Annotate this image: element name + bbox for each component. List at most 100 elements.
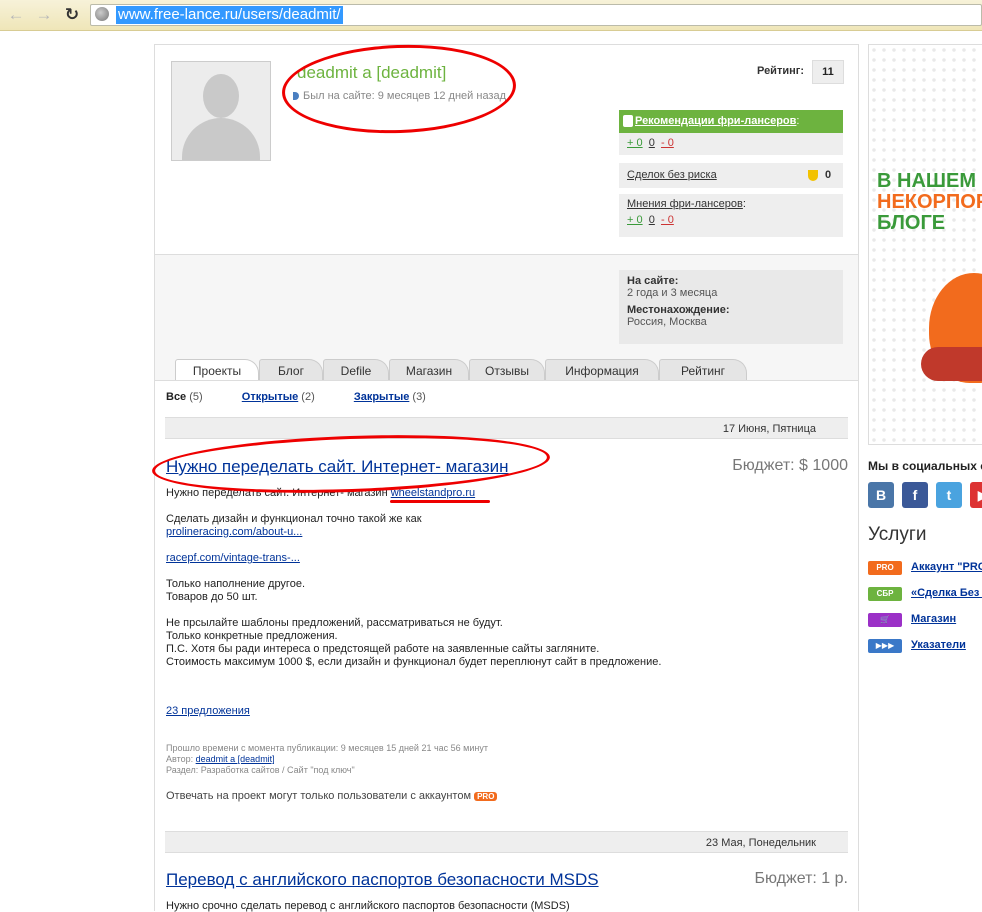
project2-title[interactable]: Перевод с английского паспортов безопасн… <box>166 870 599 890</box>
info-box: На сайте: 2 года и 3 месяца Местонахожде… <box>619 270 843 344</box>
service-pointers-link[interactable]: Указатели <box>911 639 966 651</box>
banner-line2: НЕКОРПОРАТИВНОМ <box>877 191 982 213</box>
banner-text: В НАШЕМ НЕКОРПОРАТИВНОМ БЛОГЕ <box>877 171 982 234</box>
project1-budget: Бюджет: $ 1000 <box>732 457 848 474</box>
filter-all-count: (5) <box>189 391 203 403</box>
services-title: Услуги <box>868 524 927 545</box>
desc-line6: Только конкретные предложения. <box>166 630 338 642</box>
desc-line2: Сделать дизайн и функционал точно такой … <box>166 513 422 525</box>
safe-deals-box: Сделок без риска 0 <box>619 163 843 188</box>
rating-label: Рейтинг: <box>757 65 804 77</box>
rating-value: 11 <box>812 60 844 84</box>
sbr-badge-icon: СБР <box>868 587 902 601</box>
pro-badge-icon: PRO <box>474 791 498 801</box>
opinion-scores: + 0 0 - 0 <box>627 210 835 226</box>
location-label: Местонахождение: <box>627 304 730 316</box>
pro-badge-icon: PRO <box>868 561 902 575</box>
project2-description: Нужно срочно сделать перевод с английско… <box>166 900 570 912</box>
op-negative[interactable]: - 0 <box>661 214 674 226</box>
project1-meta: Прошло времени с момента публикации: 9 м… <box>166 743 488 776</box>
social-title: Мы в социальных сетях <box>868 459 982 473</box>
author-link[interactable]: deadmit a [deadmit] <box>196 754 275 764</box>
filter-all[interactable]: Все <box>166 391 186 403</box>
on-site-value: 2 года и 3 месяца <box>627 287 718 299</box>
pro-note-text: Отвечать на проект могут только пользова… <box>166 790 472 802</box>
avatar <box>171 61 271 161</box>
filter-closed-count: (3) <box>412 391 426 403</box>
service-sbr-link[interactable]: «Сделка Без Риска» <box>911 587 982 599</box>
location-value: Россия, Москва <box>627 316 707 328</box>
tab-shop[interactable]: Магазин <box>389 359 469 382</box>
tab-information[interactable]: Информация <box>545 359 659 382</box>
opinions-link[interactable]: Мнения фри-лансеров <box>627 198 743 210</box>
desc-line8: Стоимость максимум 1000 $, если дизайн и… <box>166 656 662 668</box>
address-bar[interactable]: www.free-lance.ru/users/deadmit/ <box>90 4 982 26</box>
red-annotation-underline-link <box>390 500 490 503</box>
back-arrow-icon[interactable]: ← <box>6 5 26 25</box>
globe-icon <box>95 7 109 21</box>
recommendations-colon: : <box>796 115 800 127</box>
blog-banner[interactable]: В НАШЕМ НЕКОРПОРАТИВНОМ БЛОГЕ <box>868 44 982 445</box>
forward-arrow-icon[interactable]: → <box>34 5 54 25</box>
tab-blog[interactable]: Блог <box>259 359 323 382</box>
service-shop-link[interactable]: Магазин <box>911 613 956 625</box>
rec-positive[interactable]: + 0 <box>627 137 643 149</box>
url-text[interactable]: www.free-lance.ru/users/deadmit/ <box>116 6 343 24</box>
twitter-icon[interactable]: t <box>936 482 962 508</box>
filter-open-count: (2) <box>301 391 315 403</box>
banner-line1: В НАШЕМ <box>877 170 976 192</box>
recommendations-link[interactable]: Рекомендации фри-лансеров <box>635 115 796 127</box>
avatar-head-icon <box>203 74 239 118</box>
facebook-glyph: f <box>912 487 918 503</box>
filter-closed[interactable]: Закрытые <box>354 391 410 403</box>
opinions-box: Мнения фри-лансеров: + 0 0 - 0 <box>619 194 843 237</box>
thumb-up-icon <box>623 115 633 127</box>
author-label: Автор: <box>166 754 194 764</box>
project-section: Раздел: Разработка сайтов / Сайт "под кл… <box>166 765 355 775</box>
tab-defile[interactable]: Defile <box>323 359 389 382</box>
rec-negative[interactable]: - 0 <box>661 137 674 149</box>
facebook-icon[interactable]: f <box>902 482 928 508</box>
arrows-icon: ▶▶▶ <box>868 639 902 653</box>
tab-reviews[interactable]: Отзывы <box>469 359 545 382</box>
project2-date: 23 Мая, Понедельник <box>165 831 848 853</box>
desc-line3: Только наполнение другое. <box>166 578 305 590</box>
project1-description: Нужно переделать сайт. Интернет- магазин… <box>166 487 846 682</box>
op-neutral[interactable]: 0 <box>649 214 655 226</box>
chili-pepper-icon <box>921 347 982 381</box>
twitter-glyph: t <box>946 487 952 503</box>
cart-icon: 🛒 <box>868 613 902 627</box>
shield-icon <box>808 170 818 181</box>
opinions-colon: : <box>742 198 746 210</box>
project2-budget: Бюджет: 1 р. <box>754 870 848 887</box>
on-site-label: На сайте: <box>627 275 679 287</box>
service-pro-link[interactable]: Аккаунт "PRO" <box>911 561 982 573</box>
reload-icon[interactable]: ↻ <box>62 5 82 25</box>
desc-line7: П.С. Хотя бы ради интереса о предстоящей… <box>166 643 600 655</box>
safe-deals-count: 0 <box>825 169 832 181</box>
recommendations-box: Рекомендации фри-лансеров: + 0 0 - 0 <box>619 110 843 155</box>
safe-deals-link[interactable]: Сделок без риска <box>627 169 717 181</box>
link-prolineracing[interactable]: prolineracing.com/about-u... <box>166 526 302 538</box>
op-positive[interactable]: + 0 <box>627 214 643 226</box>
project-filter: Все (5) Открытые (2) Закрытые (3) <box>166 391 462 403</box>
vk-icon[interactable]: В <box>868 482 894 508</box>
desc-line4: Товаров до 50 шт. <box>166 591 258 603</box>
banner-line3: БЛОГЕ <box>877 212 946 234</box>
vk-glyph: В <box>875 487 887 503</box>
avatar-body-icon <box>182 118 260 160</box>
recommendations-header: Рекомендации фри-лансеров: <box>619 110 843 133</box>
youtube-glyph: ▶ <box>978 487 982 503</box>
youtube-icon[interactable]: ▶ <box>970 482 982 508</box>
rec-neutral[interactable]: 0 <box>649 137 655 149</box>
tab-rating[interactable]: Рейтинг <box>659 359 747 382</box>
elapsed-time: Прошло времени с момента публикации: 9 м… <box>166 743 488 753</box>
pro-only-note: Отвечать на проект могут только пользова… <box>166 790 498 802</box>
project1-offers-link[interactable]: 23 предложения <box>166 705 250 717</box>
project1-date: 17 Июня, Пятница <box>165 417 848 439</box>
browser-toolbar: ← → ↻ www.free-lance.ru/users/deadmit/ <box>0 0 982 31</box>
desc-line5: Не прсылайте шаблоны предложений, рассма… <box>166 617 503 629</box>
filter-open[interactable]: Открытые <box>242 391 298 403</box>
recommendation-scores: + 0 0 - 0 <box>619 133 843 153</box>
link-racepf[interactable]: racepf.com/vintage-trans-... <box>166 552 300 564</box>
